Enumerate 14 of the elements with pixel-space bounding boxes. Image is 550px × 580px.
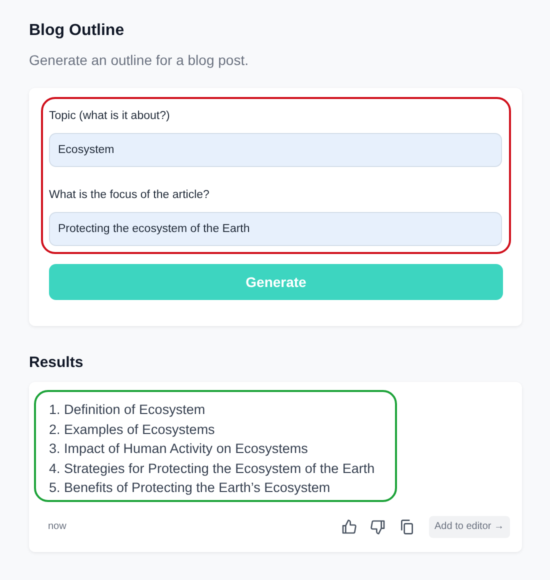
field-label: What is the focus of the article? [49, 188, 210, 203]
timestamp: now [48, 521, 68, 532]
field-label: Topic (what is it about?) [49, 109, 171, 124]
outline-item: 1. Definition of Ecosystem [49, 401, 206, 419]
outline-item: 4. Strategies for Protecting the Ecosystem of the Earth [49, 460, 376, 478]
input-field[interactable]: Ecosystem [49, 133, 502, 167]
outline-item: 5. Benefits of Protecting the Earth’s Ecosystem [49, 479, 332, 497]
page-subtitle: Generate an outline for a blog post. [29, 51, 250, 70]
outline-item: 3. Impact of Human Activity on Ecosystems [49, 440, 309, 458]
outline-item: 2. Examples of Ecosystems [49, 420, 216, 439]
section-title: Results [29, 353, 84, 373]
page-title: Blog Outline [29, 21, 126, 41]
input-field[interactable]: Protecting the ecosystem of the Earth [49, 212, 502, 246]
add-to-editor-button[interactable]: Add to editor → [428, 516, 510, 538]
